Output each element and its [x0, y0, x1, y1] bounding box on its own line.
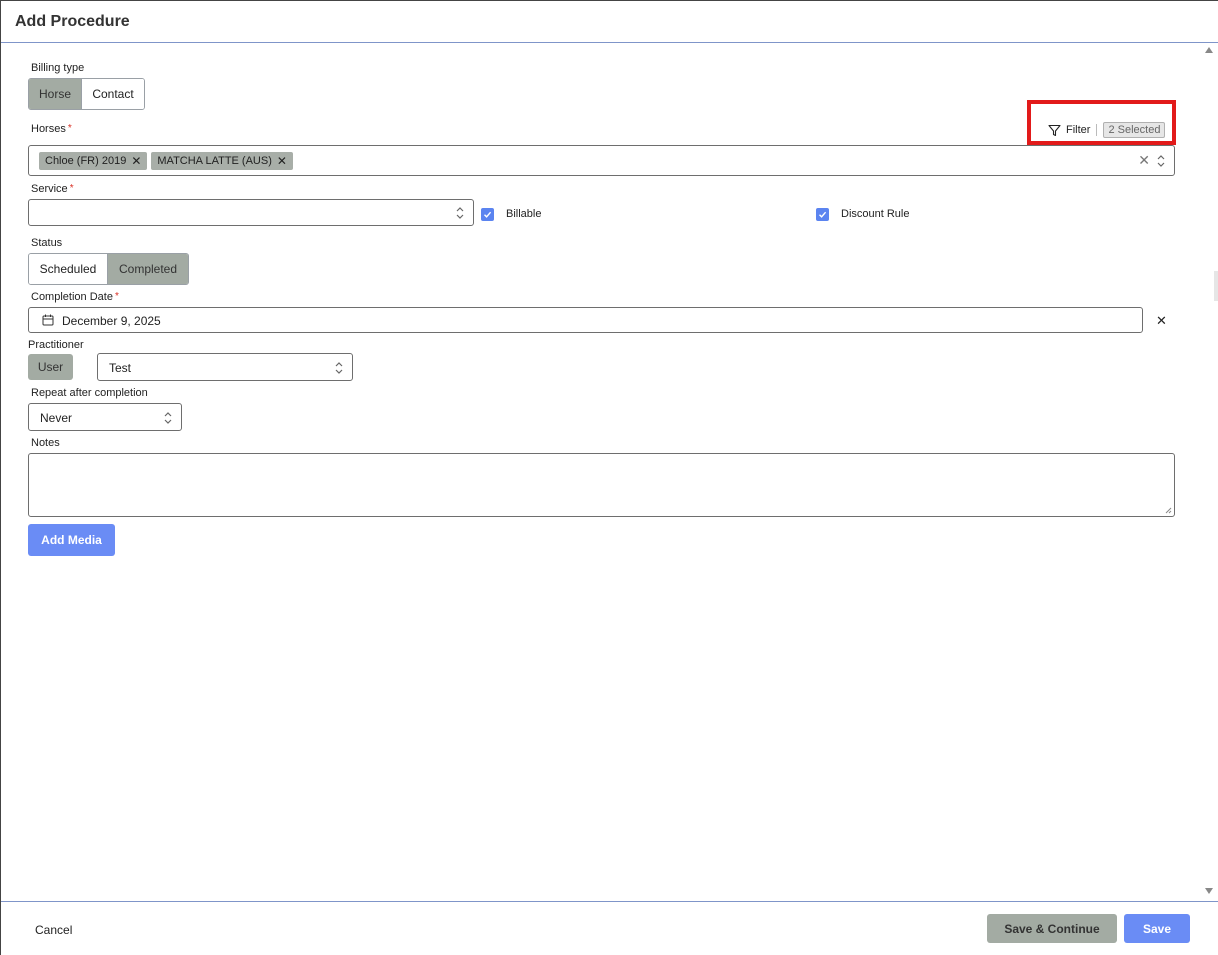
billing-type-toggle: Horse Contact [28, 78, 145, 110]
add-media-button[interactable]: Add Media [28, 524, 115, 556]
practitioner-value: Test [109, 361, 132, 375]
chevron-updown-icon[interactable] [163, 411, 173, 425]
scroll-up-arrow-icon[interactable] [1205, 47, 1213, 53]
remove-chip-icon[interactable]: ✕ [277, 154, 287, 168]
scrollbar-thumb[interactable] [1214, 271, 1218, 301]
horse-chip-label: Chloe (FR) 2019 [45, 155, 127, 167]
resize-handle-icon[interactable] [1165, 507, 1172, 514]
modal-footer: Cancel Save & Continue Save [1, 901, 1218, 955]
chevron-updown-icon[interactable] [334, 361, 344, 375]
repeat-select[interactable]: Never [28, 403, 182, 431]
clear-date-icon[interactable]: ✕ [1156, 313, 1167, 329]
horse-chip: Chloe (FR) 2019 ✕ [39, 152, 148, 170]
filter-icon[interactable] [1048, 124, 1061, 137]
chevron-updown-icon[interactable] [455, 206, 465, 220]
billing-type-label: Billing type [31, 62, 85, 74]
chevron-updown-icon[interactable] [1156, 154, 1166, 168]
status-scheduled-option[interactable]: Scheduled [29, 254, 107, 284]
horse-chip: MATCHA LATTE (AUS) ✕ [151, 152, 293, 170]
status-toggle: Scheduled Completed [28, 253, 189, 285]
status-label: Status [31, 237, 63, 249]
practitioner-label: Practitioner [28, 339, 84, 351]
remove-chip-icon[interactable]: ✕ [131, 154, 141, 168]
horse-chip-label: MATCHA LATTE (AUS) [157, 155, 272, 167]
horse-filter[interactable]: Filter 2 Selected [1048, 122, 1166, 138]
horse-chips: Chloe (FR) 2019 ✕ MATCHA LATTE (AUS) ✕ [39, 152, 293, 170]
save-continue-button[interactable]: Save & Continue [987, 914, 1117, 943]
add-procedure-modal: Add Procedure Billing type Horse Contact… [0, 0, 1218, 955]
billable-label: Billable [506, 208, 542, 220]
billable-checkbox[interactable] [481, 208, 494, 221]
notes-textarea[interactable] [28, 453, 1175, 517]
discount-rule-checkbox[interactable] [816, 208, 829, 221]
cancel-button[interactable]: Cancel [35, 923, 72, 937]
service-select[interactable] [28, 199, 474, 226]
completion-date-label: Completion Date * [31, 291, 119, 303]
billing-contact-option[interactable]: Contact [81, 79, 144, 109]
service-label: Service * [31, 183, 74, 195]
billing-horse-option[interactable]: Horse [29, 79, 81, 109]
practitioner-user-button[interactable]: User [28, 354, 73, 380]
completion-date-label-text: Completion Date [31, 291, 113, 303]
horses-label: Horses * [31, 123, 72, 135]
clear-all-icon[interactable]: ✕ [1138, 152, 1150, 169]
required-marker: * [67, 123, 72, 134]
notes-label: Notes [31, 437, 60, 449]
filter-label[interactable]: Filter [1066, 124, 1090, 136]
horses-label-text: Horses [31, 123, 66, 135]
modal-title: Add Procedure [15, 13, 130, 30]
completion-date-input[interactable]: December 9, 2025 [28, 307, 1143, 333]
horses-multiselect[interactable]: Chloe (FR) 2019 ✕ MATCHA LATTE (AUS) ✕ ✕ [28, 145, 1175, 176]
service-label-text: Service [31, 183, 68, 195]
status-completed-option[interactable]: Completed [107, 254, 188, 284]
repeat-label: Repeat after completion [31, 387, 148, 399]
required-marker: * [114, 291, 119, 302]
checkmark-icon [484, 211, 492, 218]
discount-rule-label: Discount Rule [841, 208, 910, 220]
practitioner-select[interactable]: Test [97, 353, 353, 381]
calendar-icon [42, 314, 54, 326]
selected-count-badge[interactable]: 2 Selected [1103, 122, 1166, 138]
scroll-down-arrow-icon[interactable] [1205, 888, 1213, 894]
checkmark-icon [819, 211, 827, 218]
completion-date-value: December 9, 2025 [62, 314, 161, 328]
required-marker: * [69, 183, 74, 194]
save-button[interactable]: Save [1124, 914, 1190, 943]
filter-divider [1096, 124, 1098, 136]
repeat-value: Never [40, 411, 73, 425]
modal-header: Add Procedure [1, 1, 1218, 43]
